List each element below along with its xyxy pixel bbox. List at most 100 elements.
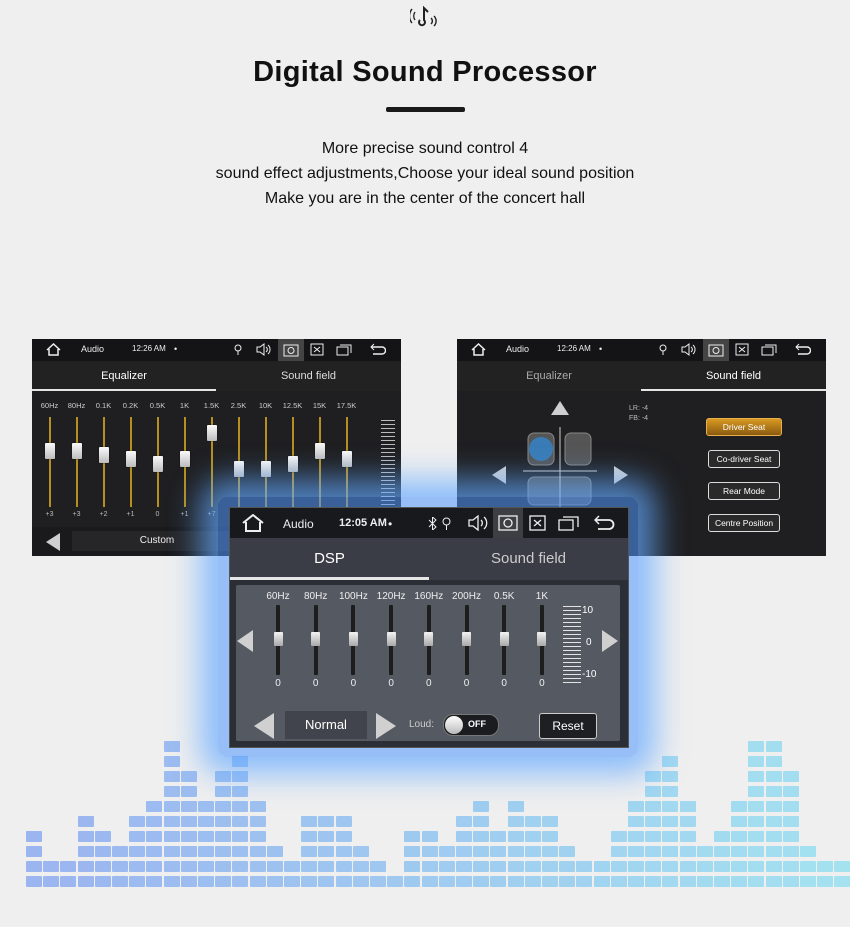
- screenshot-icon[interactable]: [278, 339, 304, 361]
- centre-position-button[interactable]: Centre Position: [708, 514, 780, 532]
- tab-bar: Equalizer Sound field: [32, 361, 401, 391]
- tab-bar: DSP Sound field: [230, 538, 628, 580]
- eq-band-frequency: 10K: [258, 401, 273, 410]
- move-right-icon[interactable]: [614, 466, 628, 484]
- eq-decor-block: [714, 831, 730, 842]
- back-icon[interactable]: [594, 515, 615, 531]
- eq-slider-knob[interactable]: [98, 447, 109, 463]
- eq-decor-block: [146, 831, 163, 842]
- recent-apps-icon[interactable]: [558, 515, 579, 531]
- close-app-icon[interactable]: [310, 343, 324, 356]
- dsp-band-frequency: 60Hz: [266, 591, 290, 602]
- move-left-icon[interactable]: [492, 466, 506, 484]
- home-icon[interactable]: [242, 514, 264, 532]
- eq-band[interactable]: 0.5K 0: [144, 401, 171, 519]
- dsp-slider-knob[interactable]: [462, 632, 471, 646]
- eq-decor-block: [593, 876, 610, 887]
- volume-icon[interactable]: [468, 515, 488, 531]
- close-app-icon[interactable]: [735, 343, 749, 356]
- tab-equalizer[interactable]: Equalizer: [457, 361, 641, 391]
- eq-slider-knob[interactable]: [314, 443, 325, 459]
- eq-decor-block: [834, 861, 850, 872]
- dsp-band[interactable]: 1K 0: [524, 591, 560, 691]
- home-icon[interactable]: [46, 343, 61, 356]
- tab-sound-field[interactable]: Sound field: [429, 538, 628, 580]
- eq-band[interactable]: 0.1K +2: [90, 401, 117, 519]
- dsp-slider-knob[interactable]: [499, 632, 509, 646]
- status-bar: Audio 12:05 AM •: [230, 508, 628, 538]
- eq-slider-knob[interactable]: [71, 443, 82, 459]
- eq-slider-knob[interactable]: [152, 456, 163, 472]
- preset-prev-icon[interactable]: [254, 713, 274, 739]
- home-icon[interactable]: [471, 343, 486, 356]
- dsp-band-value: 0: [501, 678, 507, 689]
- eq-slider-track[interactable]: [75, 417, 78, 507]
- dsp-band[interactable]: 0.5K 0: [486, 591, 522, 691]
- eq-band-value: +1: [126, 511, 135, 518]
- eq-slider-knob[interactable]: [287, 456, 298, 472]
- reset-button[interactable]: Reset: [539, 713, 597, 739]
- rear-mode-button[interactable]: Rear Mode: [708, 482, 780, 500]
- dsp-slider-knob[interactable]: [348, 632, 358, 646]
- eq-decor-block: [782, 786, 799, 797]
- eq-decor-block: [77, 831, 94, 842]
- balance-lr-readout: LR: -4: [629, 405, 649, 412]
- recent-apps-icon[interactable]: [336, 343, 352, 356]
- close-app-icon[interactable]: [529, 515, 546, 531]
- tab-dsp[interactable]: DSP: [230, 538, 429, 580]
- eq-band[interactable]: 80Hz +3: [63, 401, 90, 519]
- dsp-band[interactable]: 80Hz 0: [298, 591, 334, 691]
- eq-slider-knob[interactable]: [179, 451, 190, 467]
- eq-band[interactable]: 0.2K +1: [117, 401, 144, 519]
- eq-decor-block: [146, 801, 163, 812]
- dsp-slider-knob[interactable]: [273, 632, 283, 646]
- dsp-band[interactable]: 60Hz 0: [260, 591, 296, 691]
- recent-apps-icon[interactable]: [761, 343, 777, 356]
- volume-icon[interactable]: [681, 343, 696, 356]
- screenshot-icon[interactable]: [703, 339, 729, 361]
- dsp-band[interactable]: 160Hz 0: [411, 591, 447, 691]
- clock: 12:05 AM: [339, 517, 387, 529]
- eq-slider-knob[interactable]: [233, 461, 244, 477]
- eq-decor-block: [215, 831, 232, 842]
- driver-seat-button[interactable]: Driver Seat: [706, 418, 782, 436]
- eq-decor-block: [748, 786, 765, 797]
- dsp-slider-knob[interactable]: [386, 632, 396, 646]
- dsp-slider-knob[interactable]: [537, 632, 547, 646]
- eq-band[interactable]: 60Hz +3: [36, 401, 63, 519]
- dsp-slider-knob[interactable]: [424, 632, 434, 646]
- dsp-band-frequency: 100Hz: [338, 591, 368, 602]
- eq-slider-track[interactable]: [48, 417, 51, 507]
- back-icon[interactable]: [795, 343, 811, 356]
- eq-slider-knob[interactable]: [260, 461, 271, 477]
- dsp-band[interactable]: 120Hz 0: [373, 591, 409, 691]
- eq-slider-track[interactable]: [318, 417, 321, 507]
- eq-decor-block: [748, 846, 765, 857]
- eq-band-frequency: 60Hz: [40, 401, 59, 410]
- dsp-band[interactable]: 200Hz 0: [449, 591, 485, 691]
- tab-sound-field[interactable]: Sound field: [641, 361, 826, 391]
- preset-next-icon[interactable]: [376, 713, 396, 739]
- eq-band[interactable]: 1K +1: [171, 401, 198, 519]
- volume-icon[interactable]: [256, 343, 271, 356]
- eq-decor-block: [748, 831, 765, 842]
- app-name: Audio: [81, 344, 105, 354]
- eq-slider-knob[interactable]: [206, 425, 217, 441]
- preset-prev-icon[interactable]: [46, 533, 60, 551]
- screenshot-icon[interactable]: [493, 508, 523, 538]
- loud-toggle[interactable]: OFF: [443, 714, 499, 736]
- eq-decor-block: [456, 876, 472, 887]
- move-up-icon[interactable]: [551, 401, 569, 415]
- eq-slider-knob[interactable]: [341, 451, 352, 467]
- co-driver-seat-button[interactable]: Co-driver Seat: [708, 450, 780, 468]
- tab-equalizer[interactable]: Equalizer: [32, 361, 216, 391]
- eq-decor-block: [232, 771, 249, 782]
- eq-slider-knob[interactable]: [44, 443, 55, 459]
- dsp-band[interactable]: 100Hz 0: [335, 591, 371, 691]
- dsp-slider-knob[interactable]: [311, 632, 321, 646]
- tab-sound-field[interactable]: Sound field: [216, 361, 401, 391]
- back-icon[interactable]: [370, 343, 386, 356]
- eq-slider-knob[interactable]: [125, 451, 136, 467]
- eq-decor-block: [524, 861, 541, 872]
- subtitle-line-3: Make you are in the center of the concer…: [264, 190, 586, 207]
